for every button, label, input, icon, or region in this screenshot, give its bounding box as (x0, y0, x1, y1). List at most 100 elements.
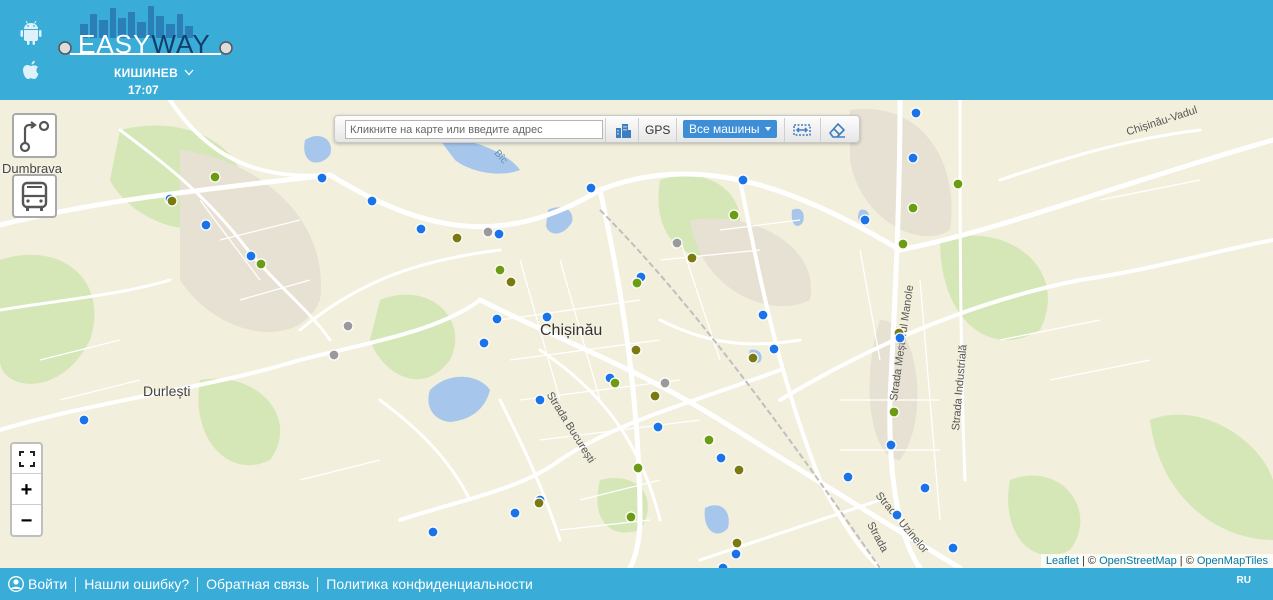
logo-text: EASYWAY (78, 29, 211, 59)
vehicle-filter-dropdown[interactable]: Все машины (683, 120, 777, 138)
vehicle-marker[interactable] (505, 276, 517, 288)
vehicle-marker[interactable] (891, 509, 903, 521)
login-link[interactable]: Войти (24, 576, 75, 592)
vehicle-marker[interactable] (494, 264, 506, 276)
city-selector[interactable]: КИШИНЕВ (114, 66, 194, 80)
osm-link[interactable]: OpenStreetMap (1099, 555, 1177, 567)
vehicle-marker[interactable] (631, 277, 643, 289)
vehicle-marker[interactable] (737, 174, 749, 186)
chevron-down-icon (184, 69, 194, 76)
vehicle-marker[interactable] (757, 309, 769, 321)
vehicle-marker[interactable] (533, 497, 545, 509)
vehicle-marker[interactable] (366, 195, 378, 207)
vehicle-marker[interactable] (493, 228, 505, 240)
vehicle-marker[interactable] (209, 171, 221, 183)
attribution-separator: | © (1078, 555, 1100, 567)
vehicle-markers (78, 107, 964, 568)
vehicle-marker[interactable] (731, 537, 743, 549)
vehicle-marker[interactable] (715, 452, 727, 464)
vehicle-marker[interactable] (671, 237, 683, 249)
vehicle-marker[interactable] (652, 421, 664, 433)
bus-icon (21, 181, 48, 211)
search-toolbar: GPS Все машины (334, 115, 860, 143)
android-icon[interactable] (18, 20, 44, 46)
buildings-icon[interactable] (613, 120, 633, 140)
vehicle-marker[interactable] (747, 352, 759, 364)
vehicle-marker[interactable] (686, 252, 698, 264)
vehicle-marker[interactable] (632, 462, 644, 474)
caret-down-icon (765, 127, 771, 131)
leaflet-link[interactable]: Leaflet (1046, 555, 1079, 567)
vehicle-marker[interactable] (328, 349, 340, 361)
openmaptiles-link[interactable]: OpenMapTiles (1197, 555, 1268, 567)
vehicle-marker[interactable] (885, 439, 897, 451)
zoom-out-button[interactable]: − (12, 506, 41, 536)
vehicle-marker[interactable] (478, 337, 490, 349)
apple-icon[interactable] (18, 58, 44, 84)
feedback-link[interactable]: Обратная связь (197, 576, 317, 592)
vehicle-marker[interactable] (952, 178, 964, 190)
vehicle-marker[interactable] (659, 377, 671, 389)
vehicle-marker[interactable] (625, 511, 637, 523)
vehicle-marker[interactable] (415, 223, 427, 235)
toolbar-divider (784, 118, 785, 142)
vehicle-marker[interactable] (316, 172, 328, 184)
vehicle-marker[interactable] (947, 542, 959, 554)
transport-list-button[interactable] (12, 174, 57, 218)
vehicle-marker[interactable] (859, 214, 871, 226)
zoom-control: + − (10, 442, 43, 537)
vehicle-marker[interactable] (894, 332, 906, 344)
vehicle-marker[interactable] (842, 471, 854, 483)
privacy-policy-link[interactable]: Политика конфиденциальности (317, 576, 541, 592)
vehicle-marker[interactable] (451, 232, 463, 244)
vehicle-marker[interactable] (888, 406, 900, 418)
vehicle-marker[interactable] (245, 250, 257, 262)
vehicle-marker[interactable] (897, 238, 909, 250)
vehicle-marker[interactable] (730, 548, 742, 560)
vehicle-marker[interactable] (919, 482, 931, 494)
vehicle-marker[interactable] (78, 414, 90, 426)
fullscreen-icon (18, 451, 35, 467)
fullscreen-button[interactable] (12, 444, 41, 474)
vehicle-marker[interactable] (630, 344, 642, 356)
vehicle-marker[interactable] (541, 311, 553, 323)
vehicle-marker[interactable] (910, 107, 922, 119)
route-planner-button[interactable] (12, 113, 57, 158)
gps-button[interactable]: GPS (645, 123, 670, 137)
vehicle-marker[interactable] (907, 202, 919, 214)
vehicle-marker[interactable] (733, 464, 745, 476)
vehicle-marker[interactable] (200, 219, 212, 231)
vehicle-marker[interactable] (427, 526, 439, 538)
current-time: 17:07 (128, 83, 159, 97)
user-icon[interactable] (8, 576, 24, 592)
skyline-graphic: EASYWAY (58, 6, 233, 59)
map[interactable]: Chișinău Durlești Dumbrava Strada Bucure… (0, 100, 1273, 568)
vehicle-marker[interactable] (585, 182, 597, 194)
vehicle-marker[interactable] (768, 343, 780, 355)
toolbar-divider (638, 118, 639, 142)
vehicle-marker[interactable] (534, 394, 546, 406)
easyway-logo[interactable]: EASYWAY (58, 4, 234, 62)
found-error-link[interactable]: Нашли ошибку? (75, 576, 197, 592)
vehicle-marker[interactable] (703, 434, 715, 446)
route-icon (19, 120, 50, 153)
vehicle-marker[interactable] (728, 209, 740, 221)
vehicle-marker[interactable] (482, 226, 494, 238)
vehicle-marker[interactable] (342, 320, 354, 332)
footer: Войти Нашли ошибку? Обратная связь Полит… (0, 568, 1273, 600)
vehicle-marker[interactable] (255, 258, 267, 270)
vehicle-marker[interactable] (166, 195, 178, 207)
zoom-in-button[interactable]: + (12, 475, 41, 505)
vehicle-marker[interactable] (907, 152, 919, 164)
toolbar-divider (820, 118, 821, 142)
attribution-separator: | © (1176, 555, 1197, 567)
language-selector[interactable]: RU (1237, 575, 1251, 586)
vehicle-marker[interactable] (491, 313, 503, 325)
vehicle-marker[interactable] (609, 377, 621, 389)
city-name: КИШИНЕВ (114, 66, 179, 80)
eraser-icon[interactable] (827, 120, 847, 140)
vehicle-marker[interactable] (649, 390, 661, 402)
route-fit-icon[interactable] (792, 120, 812, 140)
address-search-input[interactable] (345, 120, 603, 139)
vehicle-marker[interactable] (509, 507, 521, 519)
